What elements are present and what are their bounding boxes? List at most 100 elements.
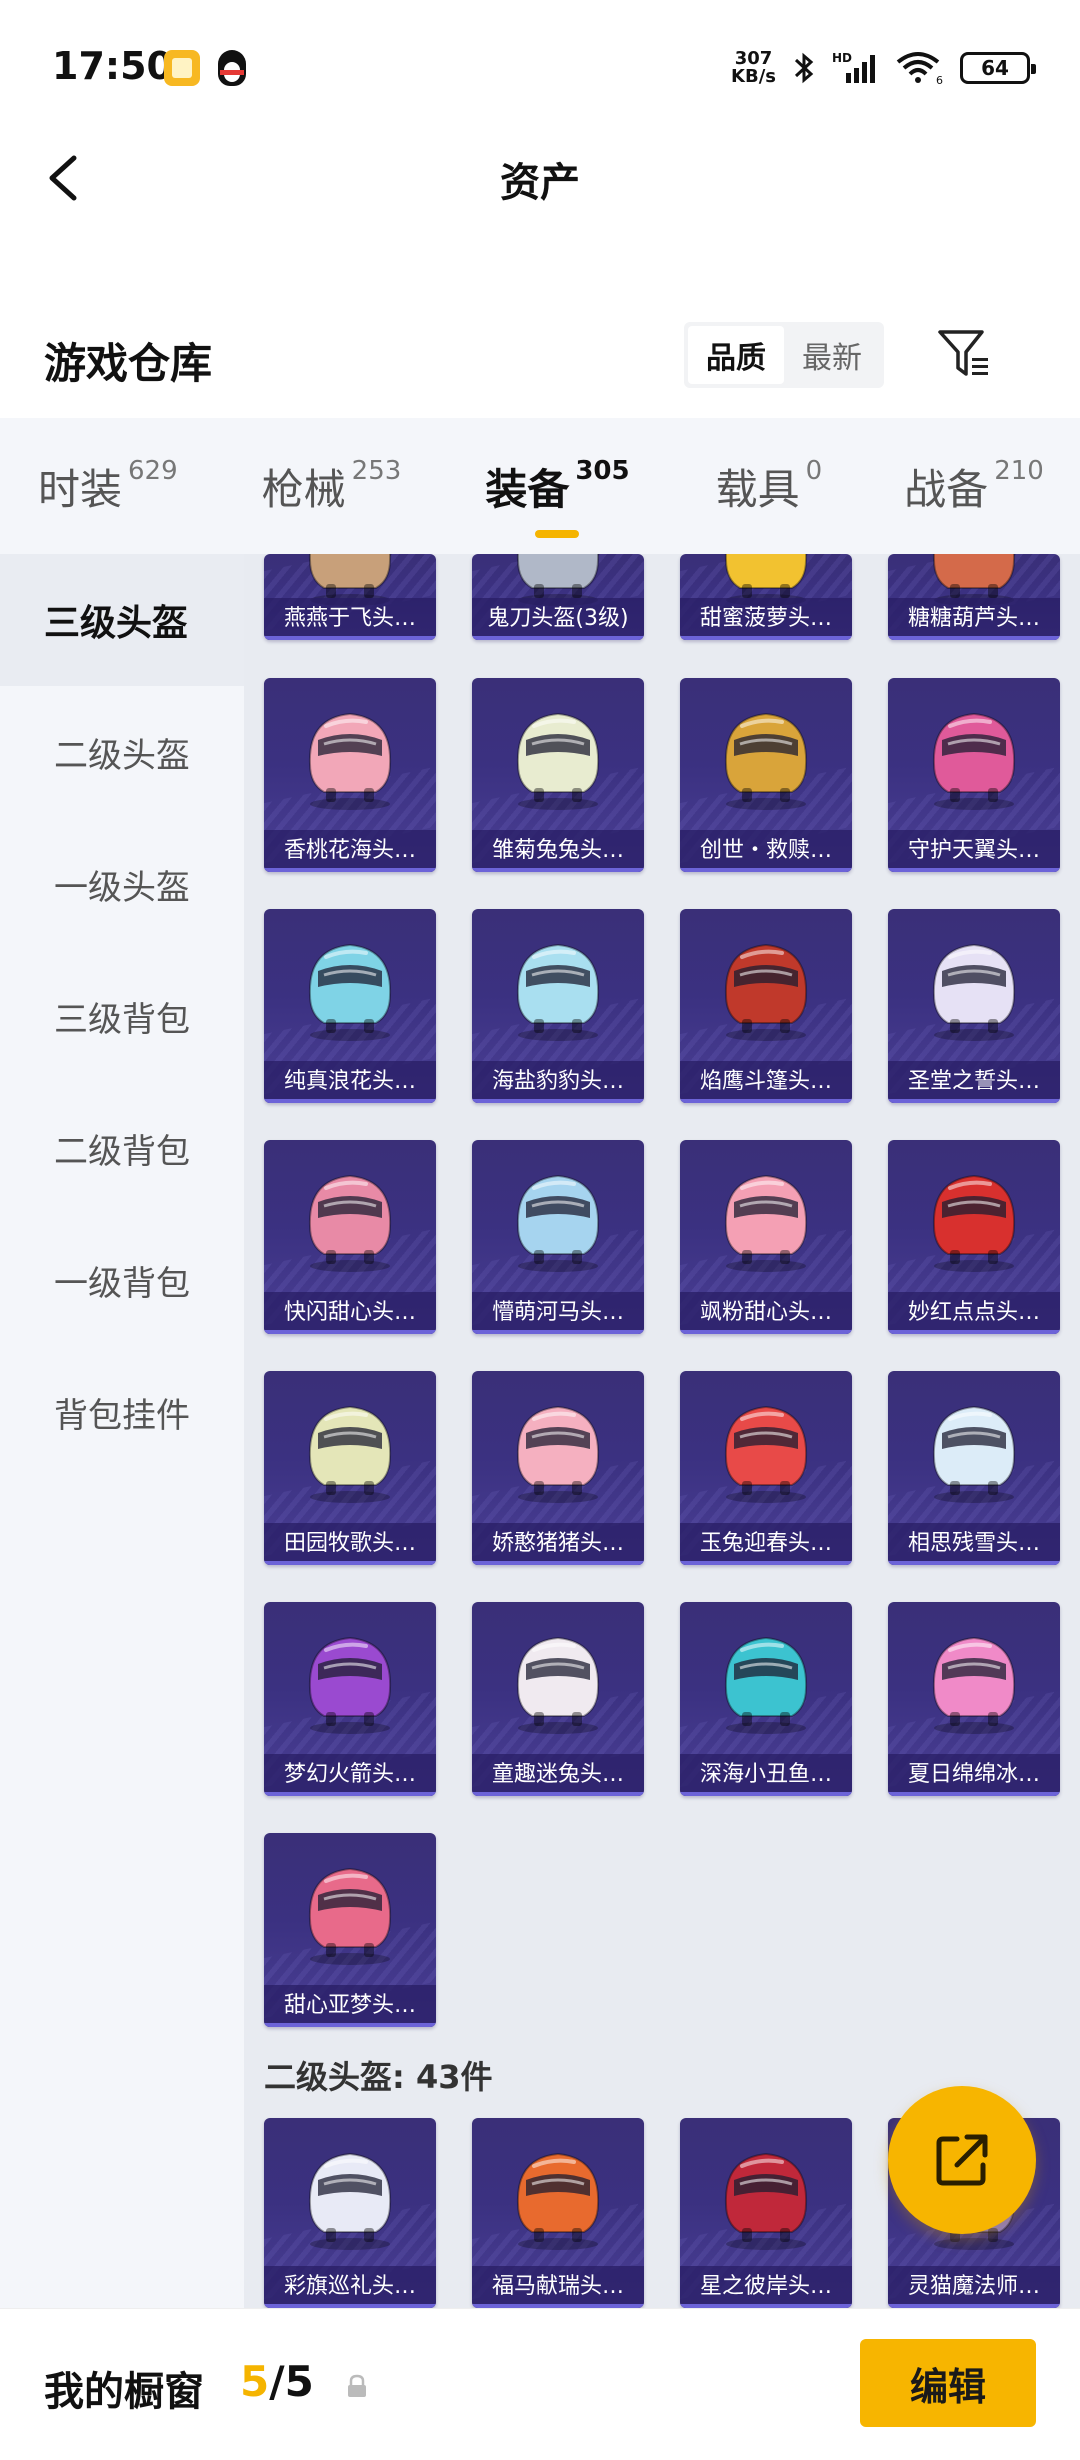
item-card[interactable]: 海盐豹豹头… bbox=[472, 909, 644, 1103]
helmet-icon bbox=[724, 2152, 808, 2250]
network-type-label: HD bbox=[832, 51, 852, 65]
status-time: 17:50 bbox=[52, 44, 173, 88]
page-title: 资产 bbox=[500, 160, 580, 206]
item-card[interactable]: 妙红点点头… bbox=[888, 1140, 1060, 1334]
sort-quality-button[interactable]: 品质 bbox=[688, 326, 784, 384]
item-name: 香桃花海头… bbox=[264, 830, 436, 872]
item-card[interactable]: 田园牧歌头… bbox=[264, 1371, 436, 1565]
signal-icon: HD bbox=[832, 51, 875, 83]
item-rarity-bar bbox=[472, 1792, 644, 1796]
item-card[interactable]: 燕燕于飞头… bbox=[264, 554, 436, 640]
item-name: 福马献瑞头… bbox=[472, 2266, 644, 2308]
tab-weapons[interactable]: 枪械 253 bbox=[262, 456, 402, 516]
item-card[interactable]: 焰鹰斗篷头… bbox=[680, 909, 852, 1103]
item-rarity-bar bbox=[888, 1099, 1060, 1103]
item-rarity-bar bbox=[680, 636, 852, 640]
item-card[interactable]: 守护天翼头… bbox=[888, 678, 1060, 872]
helmet-icon bbox=[932, 1405, 1016, 1503]
item-name: 玉兔迎春头… bbox=[680, 1523, 852, 1565]
item-card[interactable]: 娇憨猪猪头… bbox=[472, 1371, 644, 1565]
helmet-icon bbox=[932, 943, 1016, 1041]
tab-fashion[interactable]: 时装 629 bbox=[38, 456, 178, 516]
item-card[interactable]: 梦幻火箭头… bbox=[264, 1602, 436, 1796]
item-card[interactable]: 糖糖葫芦头… bbox=[888, 554, 1060, 640]
external-link-icon bbox=[936, 2134, 988, 2186]
item-card[interactable]: 雏菊兔兔头… bbox=[472, 678, 644, 872]
item-rarity-bar bbox=[264, 1099, 436, 1103]
item-card[interactable]: 彩旗巡礼头… bbox=[264, 2118, 436, 2308]
item-name: 海盐豹豹头… bbox=[472, 1061, 644, 1103]
item-card[interactable]: 鬼刀头盔(3级) bbox=[472, 554, 644, 640]
item-card[interactable]: 懵萌河马头… bbox=[472, 1140, 644, 1334]
status-bar: 17:50 307 KB/s HD 6 64 bbox=[0, 0, 1080, 140]
sidebar-item-backpack-charm[interactable]: 背包挂件 bbox=[0, 1346, 244, 1478]
sidebar-item-level2-helmet[interactable]: 二级头盔 bbox=[0, 686, 244, 818]
item-card[interactable]: 童趣迷兔头… bbox=[472, 1602, 644, 1796]
item-card[interactable]: 甜蜜菠萝头… bbox=[680, 554, 852, 640]
helmet-icon bbox=[308, 712, 392, 810]
item-rarity-bar bbox=[680, 1099, 852, 1103]
wifi-number: 6 bbox=[936, 74, 943, 86]
sort-latest-button[interactable]: 最新 bbox=[784, 326, 880, 384]
item-card[interactable]: 飒粉甜心头… bbox=[680, 1140, 852, 1334]
network-speed: 307 KB/s bbox=[731, 48, 776, 87]
item-card[interactable]: 相思残雪头… bbox=[888, 1371, 1060, 1565]
item-name: 甜蜜菠萝头… bbox=[680, 598, 852, 640]
helmet-icon bbox=[932, 1636, 1016, 1734]
bluetooth-icon bbox=[794, 52, 814, 84]
sidebar-item-level3-backpack[interactable]: 三级背包 bbox=[0, 950, 244, 1082]
item-card[interactable]: 圣堂之誓头… bbox=[888, 909, 1060, 1103]
tab-vehicles[interactable]: 载具 0 bbox=[716, 456, 823, 516]
helmet-icon bbox=[724, 1174, 808, 1272]
item-card[interactable]: 快闪甜心头… bbox=[264, 1140, 436, 1334]
item-card[interactable]: 福马献瑞头… bbox=[472, 2118, 644, 2308]
item-rarity-bar bbox=[888, 1330, 1060, 1334]
wifi-icon: 6 bbox=[896, 52, 943, 86]
item-card[interactable]: 深海小丑鱼… bbox=[680, 1602, 852, 1796]
item-card[interactable]: 甜心亚梦头… bbox=[264, 1833, 436, 2027]
sidebar-item-level2-backpack[interactable]: 二级背包 bbox=[0, 1082, 244, 1214]
tab-supplies[interactable]: 战备 210 bbox=[904, 456, 1044, 516]
active-tab-indicator bbox=[535, 530, 580, 538]
sidebar-item-level1-backpack[interactable]: 一级背包 bbox=[0, 1214, 244, 1346]
item-rarity-bar bbox=[264, 1792, 436, 1796]
filter-icon[interactable] bbox=[936, 326, 992, 382]
warehouse-title: 游戏仓库 bbox=[44, 339, 213, 388]
showcase-count: 5/5 bbox=[240, 2357, 314, 2406]
helmet-icon bbox=[724, 1636, 808, 1734]
item-card[interactable]: 星之彼岸头… bbox=[680, 2118, 852, 2308]
share-button[interactable] bbox=[888, 2086, 1036, 2234]
category-tabs: 时装 629 枪械 253 装备 305 载具 0 战备 210 bbox=[0, 418, 1080, 554]
item-card[interactable]: 创世・救赎… bbox=[680, 678, 852, 872]
gallery-app-icon bbox=[164, 50, 200, 86]
item-rarity-bar bbox=[472, 1561, 644, 1565]
section-title-level2: 二级头盔: 43件 bbox=[264, 2058, 493, 2096]
subcategory-sidebar: 三级头盔 二级头盔 一级头盔 三级背包 二级背包 一级背包 背包挂件 bbox=[0, 554, 244, 2308]
item-name: 田园牧歌头… bbox=[264, 1523, 436, 1565]
helmet-icon bbox=[516, 1174, 600, 1272]
item-card[interactable]: 纯真浪花头… bbox=[264, 909, 436, 1103]
helmet-icon bbox=[308, 1867, 392, 1965]
helmet-icon bbox=[932, 1174, 1016, 1272]
item-rarity-bar bbox=[680, 1561, 852, 1565]
helmet-icon bbox=[724, 943, 808, 1041]
item-rarity-bar bbox=[264, 1330, 436, 1334]
item-card[interactable]: 夏日绵绵冰… bbox=[888, 1602, 1060, 1796]
item-card[interactable]: 香桃花海头… bbox=[264, 678, 436, 872]
item-card[interactable]: 玉兔迎春头… bbox=[680, 1371, 852, 1565]
sidebar-item-level1-helmet[interactable]: 一级头盔 bbox=[0, 818, 244, 950]
tab-equipment[interactable]: 装备 305 bbox=[485, 456, 630, 538]
showcase-bar: 我的橱窗 5/5 编辑 bbox=[0, 2308, 1080, 2460]
helmet-icon bbox=[308, 943, 392, 1041]
helmet-icon bbox=[308, 2152, 392, 2250]
sidebar-item-level3-helmet[interactable]: 三级头盔 bbox=[0, 554, 244, 686]
helmet-icon bbox=[308, 1636, 392, 1734]
helmet-icon bbox=[516, 712, 600, 810]
item-name: 创世・救赎… bbox=[680, 830, 852, 872]
item-rarity-bar bbox=[264, 868, 436, 872]
item-name: 星之彼岸头… bbox=[680, 2266, 852, 2308]
edit-button[interactable]: 编辑 bbox=[860, 2339, 1036, 2427]
item-name: 纯真浪花头… bbox=[264, 1061, 436, 1103]
helmet-icon bbox=[516, 2152, 600, 2250]
battery-indicator: 64 bbox=[960, 52, 1036, 84]
